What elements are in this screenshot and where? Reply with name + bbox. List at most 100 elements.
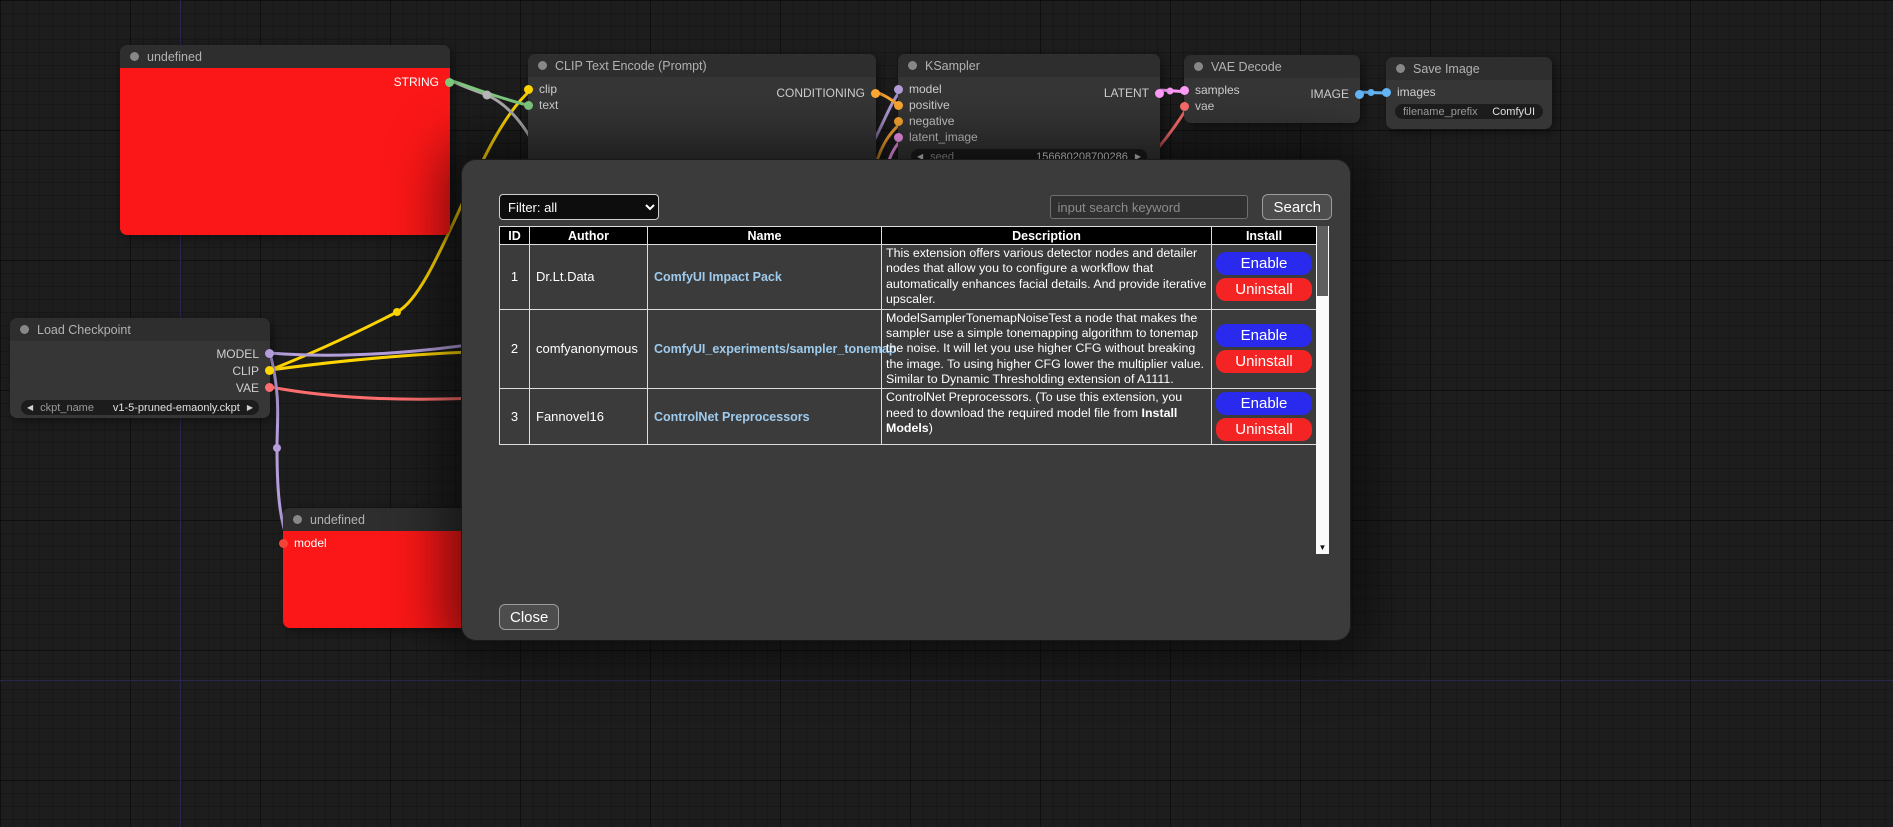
collapse-dot-icon[interactable] [538, 61, 547, 70]
input-dot-samples[interactable] [1180, 86, 1189, 95]
close-button[interactable]: Close [499, 604, 559, 630]
extension-row: 3Fannovel16ControlNet PreprocessorsContr… [500, 389, 1317, 445]
output-dot-conditioning[interactable] [871, 89, 880, 98]
scrollbar[interactable]: ▼ [1316, 226, 1329, 554]
node-title: undefined [310, 513, 365, 527]
node-body: model positive negative latent_image LAT… [898, 77, 1160, 172]
output-dot-string[interactable] [445, 78, 454, 87]
node-title-bar[interactable]: undefined [120, 45, 450, 68]
output-slot-clip[interactable]: CLIP [10, 362, 274, 379]
input-dot-positive[interactable] [894, 101, 903, 110]
collapse-dot-icon[interactable] [1396, 64, 1405, 73]
extension-author: Dr.Lt.Data [530, 245, 648, 310]
search-group: Search [1050, 194, 1332, 220]
extension-id: 3 [500, 389, 530, 445]
node-graph-canvas[interactable]: undefined STRING CLIP Text Encode (Promp… [0, 0, 1893, 827]
output-dot-clip[interactable] [265, 366, 274, 375]
wire-dot-latent [1167, 88, 1174, 95]
node-body: samples vae IMAGE [1184, 78, 1360, 123]
wire-dot-model [273, 444, 281, 452]
node-title-bar[interactable]: Save Image [1386, 57, 1552, 80]
node-title: Load Checkpoint [37, 323, 131, 337]
ckpt-name-widget[interactable]: ◀ ckpt_name v1-5-pruned-emaonly.ckpt ▶ [21, 400, 259, 415]
extension-description: ModelSamplerTonemapNoiseTest a node that… [882, 309, 1212, 389]
node-title: KSampler [925, 59, 980, 73]
wire-dot-string [483, 91, 492, 100]
scrollbar-down-arrow-icon[interactable]: ▼ [1316, 542, 1329, 553]
extension-install-cell: Enable Uninstall [1212, 389, 1317, 445]
col-header-name: Name [648, 227, 882, 245]
extension-link[interactable]: ComfyUI_experiments/sampler_tonemap [654, 342, 896, 356]
extension-link[interactable]: ComfyUI Impact Pack [654, 270, 782, 284]
output-slot-image[interactable]: IMAGE [1310, 86, 1364, 102]
output-dot-model[interactable] [265, 349, 274, 358]
uninstall-button[interactable]: Uninstall [1216, 418, 1312, 441]
extensions-table-body: 1Dr.Lt.DataComfyUI Impact PackThis exten… [500, 245, 1317, 445]
extension-id: 1 [500, 245, 530, 310]
extension-row: 1Dr.Lt.DataComfyUI Impact PackThis exten… [500, 245, 1317, 310]
extensions-table-wrap: ID Author Name Description Install 1Dr.L… [499, 226, 1316, 554]
extension-author: Fannovel16 [530, 389, 648, 445]
input-dot-vae[interactable] [1180, 102, 1189, 111]
uninstall-button[interactable]: Uninstall [1216, 278, 1312, 301]
extension-link[interactable]: ControlNet Preprocessors [654, 410, 810, 424]
node-save-image[interactable]: Save Image images filename_prefix ComfyU… [1386, 57, 1552, 129]
dialog-toolbar: Filter: all Search [499, 194, 1332, 220]
enable-button[interactable]: Enable [1216, 324, 1312, 347]
enable-button[interactable]: Enable [1216, 392, 1312, 415]
input-dot-clip[interactable] [524, 85, 533, 94]
next-arrow-icon[interactable]: ▶ [247, 403, 253, 412]
extension-name-cell: ComfyUI Impact Pack [648, 245, 882, 310]
input-dot-images[interactable] [1382, 88, 1391, 97]
collapse-dot-icon[interactable] [130, 52, 139, 61]
uninstall-button[interactable]: Uninstall [1216, 350, 1312, 373]
node-undefined-top[interactable]: undefined STRING [120, 45, 450, 235]
input-slot-latent-image[interactable]: latent_image [894, 129, 1160, 145]
input-dot-latent-image[interactable] [894, 133, 903, 142]
node-vae-decode[interactable]: VAE Decode samples vae IMAGE [1184, 55, 1360, 123]
extension-name-cell: ComfyUI_experiments/sampler_tonemap [648, 309, 882, 389]
collapse-dot-icon[interactable] [20, 325, 29, 334]
input-dot-model[interactable] [894, 85, 903, 94]
col-header-id: ID [500, 227, 530, 245]
output-slot-model[interactable]: MODEL [10, 345, 274, 362]
node-title: undefined [147, 50, 202, 64]
extension-name-cell: ControlNet Preprocessors [648, 389, 882, 445]
input-slot-negative[interactable]: negative [894, 113, 1160, 129]
scrollbar-thumb[interactable] [1317, 226, 1328, 296]
output-slot-conditioning[interactable]: CONDITIONING [776, 85, 880, 101]
filename-prefix-widget[interactable]: filename_prefix ComfyUI [1395, 104, 1543, 119]
node-title-bar[interactable]: KSampler [898, 54, 1160, 77]
filter-select[interactable]: Filter: all [499, 194, 659, 220]
node-body: images filename_prefix ComfyUI [1386, 80, 1552, 129]
previous-arrow-icon[interactable]: ◀ [27, 403, 33, 412]
input-dot-model[interactable] [279, 539, 288, 548]
input-slot-images[interactable]: images [1382, 84, 1552, 100]
output-slot-string[interactable]: STRING [394, 74, 454, 90]
enable-button[interactable]: Enable [1216, 252, 1312, 275]
node-title-bar[interactable]: Load Checkpoint [10, 318, 270, 341]
search-input[interactable] [1050, 195, 1248, 219]
node-title-bar[interactable]: CLIP Text Encode (Prompt) [528, 54, 876, 77]
extension-row: 2comfyanonymousComfyUI_experiments/sampl… [500, 309, 1317, 389]
collapse-dot-icon[interactable] [293, 515, 302, 524]
collapse-dot-icon[interactable] [908, 61, 917, 70]
output-slot-latent[interactable]: LATENT [1104, 85, 1164, 101]
table-header-row: ID Author Name Description Install [500, 227, 1317, 245]
search-button[interactable]: Search [1262, 194, 1332, 220]
wire-dot-clip [393, 308, 401, 316]
node-title-bar[interactable]: VAE Decode [1184, 55, 1360, 78]
node-ksampler[interactable]: KSampler model positive negative latent_… [898, 54, 1160, 172]
output-dot-latent[interactable] [1155, 89, 1164, 98]
output-dot-image[interactable] [1355, 90, 1364, 99]
input-dot-negative[interactable] [894, 117, 903, 126]
collapse-dot-icon[interactable] [1194, 62, 1203, 71]
node-body: STRING [120, 68, 450, 235]
manager-dialog: Filter: all Search ID Author [462, 160, 1350, 640]
extension-author: comfyanonymous [530, 309, 648, 389]
node-load-checkpoint[interactable]: Load Checkpoint MODEL CLIP VAE ◀ ckpt_na… [10, 318, 270, 418]
output-slot-vae[interactable]: VAE [10, 379, 274, 396]
col-header-description: Description [882, 227, 1212, 245]
input-dot-text[interactable] [524, 101, 533, 110]
output-dot-vae[interactable] [265, 383, 274, 392]
